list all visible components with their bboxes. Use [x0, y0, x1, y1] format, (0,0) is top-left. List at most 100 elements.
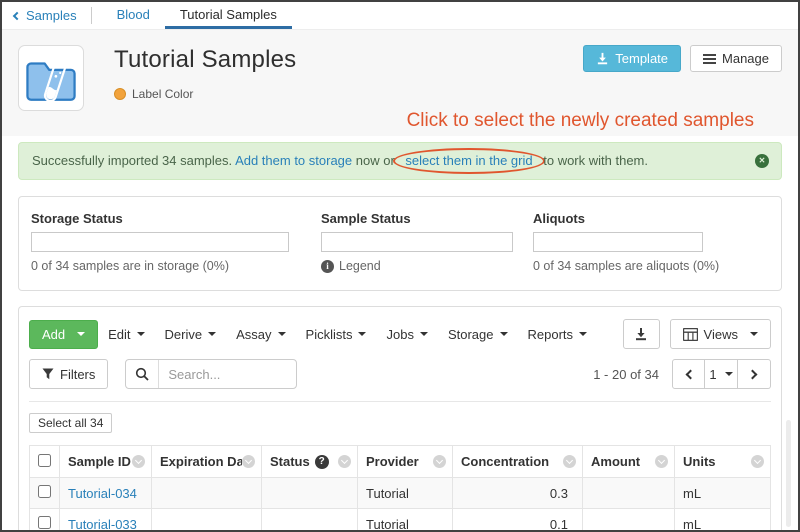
caret-down-icon [278, 332, 286, 336]
nav-back-label: Samples [26, 8, 77, 23]
chevron-down-circle-icon[interactable] [433, 455, 446, 468]
menu-storage[interactable]: Storage [438, 320, 518, 349]
cell-provider: Tutorial [358, 478, 453, 509]
close-icon[interactable]: ✕ [755, 154, 769, 168]
tab-blood[interactable]: Blood [102, 2, 165, 29]
info-circle-icon: i [321, 260, 334, 273]
export-button[interactable] [623, 319, 660, 349]
row-checkbox[interactable] [38, 516, 51, 529]
cell-status [262, 478, 358, 509]
chevron-down-circle-icon[interactable] [132, 455, 145, 468]
views-button-label: Views [704, 328, 738, 341]
question-circle-icon[interactable]: ? [315, 455, 329, 469]
menu-label: Storage [448, 327, 494, 342]
menu-label: Edit [108, 327, 130, 342]
select-in-grid-link[interactable]: select them in the grid [405, 153, 532, 168]
column-label: Status [270, 454, 310, 469]
sample-status-legend[interactable]: i Legend [321, 259, 533, 273]
filters-button[interactable]: Filters [29, 359, 108, 389]
storage-status-block: Storage Status 0 of 34 samples are in st… [31, 211, 321, 273]
next-page-button[interactable] [738, 359, 771, 389]
menu-jobs[interactable]: Jobs [376, 320, 437, 349]
caret-down-icon [137, 332, 145, 336]
sample-status-block: Sample Status i Legend [321, 211, 533, 273]
row-checkbox-cell [30, 509, 60, 532]
menu-label: Derive [165, 327, 203, 342]
chevron-down-circle-icon[interactable] [338, 455, 351, 468]
table-row: Tutorial-033 Tutorial 0.1 mL [30, 509, 771, 532]
select-all-button[interactable]: Select all 34 [29, 413, 112, 433]
alert-text: now or [356, 153, 395, 168]
caret-down-icon [725, 372, 733, 376]
template-button-label: Template [615, 52, 668, 65]
chevron-down-circle-icon[interactable] [751, 455, 764, 468]
add-to-storage-link[interactable]: Add them to storage [235, 153, 352, 168]
cell-amount [583, 478, 675, 509]
samples-grid-panel: Add Edit Derive Assay Picklists Jobs Sto… [18, 306, 782, 532]
add-button[interactable]: Add [29, 320, 98, 349]
tab-tutorial-samples[interactable]: Tutorial Samples [165, 2, 292, 29]
menu-assay[interactable]: Assay [226, 320, 295, 349]
header-checkbox[interactable] [38, 454, 51, 467]
search-box [125, 359, 297, 389]
column-header-provider: Provider [358, 446, 453, 478]
menu-reports[interactable]: Reports [518, 320, 598, 349]
header-buttons: Template Manage [583, 45, 782, 72]
header-checkbox-cell [30, 446, 60, 478]
tab-label: Blood [117, 7, 150, 22]
table-row: Tutorial-034 Tutorial 0.3 mL [30, 478, 771, 509]
cell-units: mL [675, 478, 771, 509]
label-color-dot-icon [114, 88, 126, 100]
nav-divider [91, 7, 92, 24]
template-button[interactable]: Template [583, 45, 681, 72]
nav-back-samples[interactable]: Samples [12, 2, 79, 29]
views-button[interactable]: Views [670, 319, 771, 349]
menu-label: Assay [236, 327, 271, 342]
column-header-sample-id: Sample ID [60, 446, 152, 478]
storage-status-bar [31, 232, 289, 252]
menu-derive[interactable]: Derive [155, 320, 227, 349]
aliquots-block: Aliquots 0 of 34 samples are aliquots (0… [533, 211, 769, 273]
top-nav: Samples Blood Tutorial Samples [2, 2, 798, 30]
sample-stats-panel: Storage Status 0 of 34 samples are in st… [18, 196, 782, 291]
grid-scrollbar[interactable] [786, 420, 791, 527]
title-block: Tutorial Samples Label Color [114, 45, 296, 136]
pagination-info: 1 - 20 of 34 [593, 367, 659, 382]
menu-picklists[interactable]: Picklists [296, 320, 377, 349]
prev-page-button[interactable] [672, 359, 705, 389]
column-header-expiration-date: Expiration Date [152, 446, 262, 478]
menu-label: Reports [528, 327, 574, 342]
sample-link[interactable]: Tutorial-033 [68, 517, 137, 532]
menu-icon [703, 53, 716, 65]
sample-link[interactable]: Tutorial-034 [68, 486, 137, 501]
search-icon-cell [126, 360, 159, 388]
aliquots-bar [533, 232, 703, 252]
chevron-down-circle-icon[interactable] [563, 455, 576, 468]
caret-down-icon [77, 332, 85, 336]
select-all-row: Select all 34 [29, 401, 771, 433]
cell-status [262, 509, 358, 532]
cell-expiration-date [152, 478, 262, 509]
filter-row: Filters 1 - 20 of 34 1 [29, 359, 771, 389]
search-icon [135, 367, 149, 381]
column-header-concentration: Concentration [453, 446, 583, 478]
filters-button-label: Filters [60, 368, 95, 381]
row-checkbox[interactable] [38, 485, 51, 498]
chevron-down-circle-icon[interactable] [655, 455, 668, 468]
chevron-left-icon [13, 12, 21, 20]
page-title: Tutorial Samples [114, 46, 296, 74]
search-input[interactable] [159, 367, 296, 382]
manage-button[interactable]: Manage [690, 45, 782, 72]
download-icon [596, 52, 609, 65]
page-select-button[interactable]: 1 [705, 359, 738, 389]
download-icon [634, 327, 648, 341]
menu-edit[interactable]: Edit [98, 320, 154, 349]
page-header: Tutorial Samples Label Color Template [2, 30, 798, 136]
menu-label: Picklists [306, 327, 353, 342]
sample-status-label: Sample Status [321, 211, 533, 226]
caret-down-icon [579, 332, 587, 336]
add-button-label: Add [42, 328, 65, 341]
aliquots-caption: 0 of 34 samples are aliquots (0%) [533, 259, 769, 273]
column-label: Units [683, 454, 751, 469]
chevron-down-circle-icon[interactable] [242, 455, 255, 468]
